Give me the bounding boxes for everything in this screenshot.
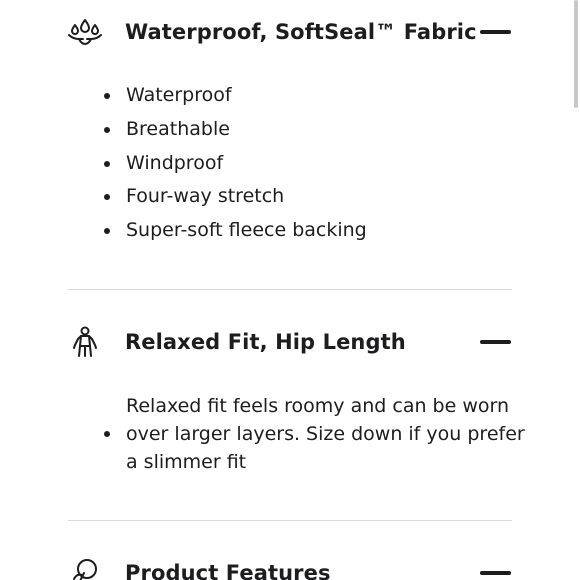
accordion-title: Waterproof, SoftSeal™ Fabric — [125, 20, 477, 44]
fit-description: Relaxed fit feels roomy and can be worn … — [126, 395, 525, 473]
accordion-header-features[interactable]: Product Features — [0, 553, 580, 580]
collapse-minus-icon[interactable] — [480, 571, 511, 575]
scrollbar[interactable] — [574, 0, 578, 108]
accordion-title: Product Features — [125, 561, 331, 580]
feature-list: Waterproof Breathable Windproof Four-way… — [104, 79, 367, 248]
leaf-circle-icon — [66, 557, 104, 580]
accordion-title: Relaxed Fit, Hip Length — [125, 330, 406, 354]
collapse-minus-icon[interactable] — [480, 30, 511, 34]
person-figure-icon — [66, 326, 104, 358]
list-item: Four-way stretch — [104, 180, 367, 214]
water-drops-hand-icon — [66, 16, 104, 48]
accordion-header-fit[interactable]: Relaxed Fit, Hip Length — [0, 322, 580, 362]
product-details-accordion: Waterproof, SoftSeal™ Fabric Waterproof … — [0, 0, 580, 580]
list-item: Breathable — [104, 113, 367, 147]
accordion-header-fabric[interactable]: Waterproof, SoftSeal™ Fabric — [0, 12, 580, 52]
list-item: Super-soft fleece backing — [104, 214, 367, 248]
divider — [68, 289, 512, 290]
list-item: Relaxed fit feels roomy and can be worn … — [104, 392, 526, 476]
list-item: Windproof — [104, 147, 367, 181]
collapse-minus-icon[interactable] — [480, 340, 511, 344]
bullet-dot — [104, 431, 110, 437]
list-item: Waterproof — [104, 79, 367, 113]
divider — [68, 520, 512, 521]
